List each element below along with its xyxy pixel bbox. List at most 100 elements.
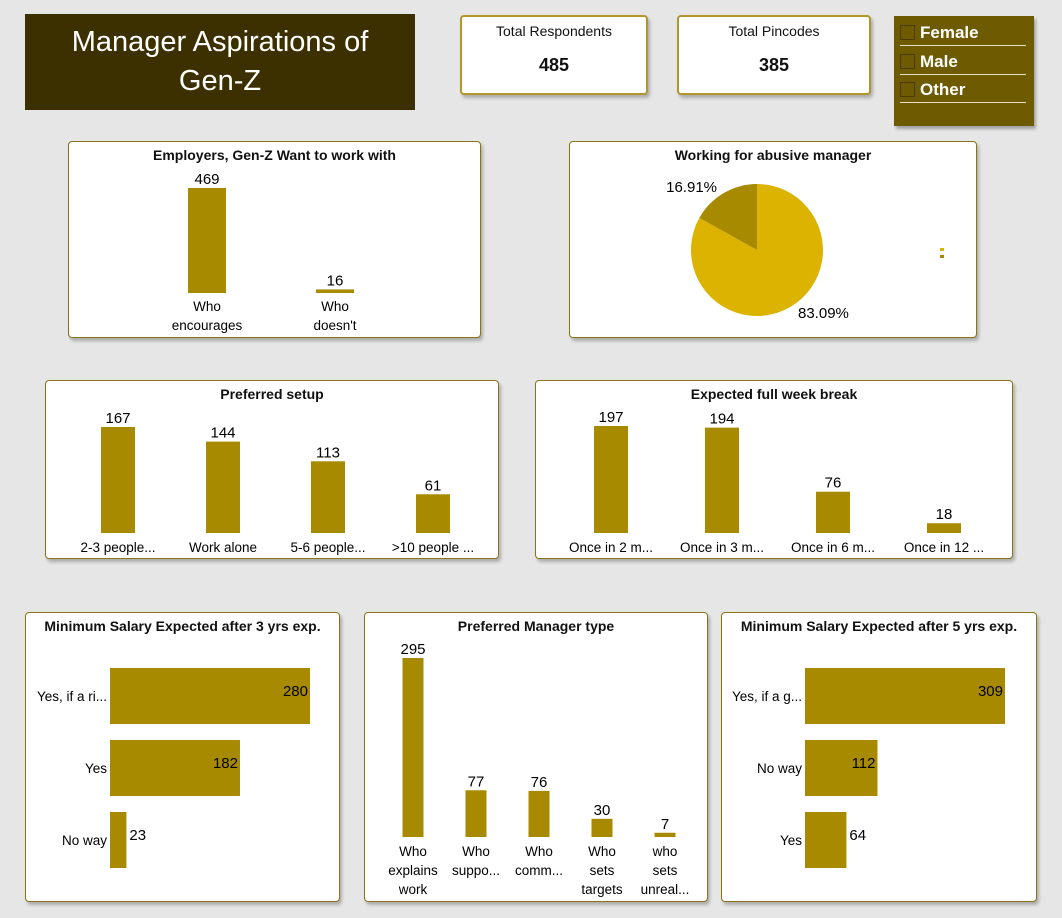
data-label: 77: [468, 773, 485, 790]
category-label: Once in 3 m...: [680, 540, 764, 555]
data-label: 30: [594, 802, 611, 819]
bar: [110, 668, 310, 724]
bar: [316, 289, 354, 293]
slicer-item-male[interactable]: Male: [900, 50, 1026, 75]
category-label: Who: [399, 844, 427, 859]
category-label: Who: [321, 299, 349, 314]
checkbox[interactable]: [900, 25, 915, 40]
kpi-label: Total Pincodes: [728, 23, 820, 39]
manager-type-chart-card: Preferred Manager type 295 Who explains wor…: [364, 612, 708, 902]
category-label: Who: [193, 299, 221, 314]
data-label: 83.09%: [798, 305, 849, 322]
bar: [101, 427, 135, 533]
data-label: 64: [849, 827, 866, 844]
title-line-1: Manager Aspirations of: [71, 26, 369, 58]
category-label: comm...: [515, 863, 563, 878]
bar: [188, 188, 226, 293]
data-label: 469: [194, 171, 219, 188]
category-label: No way: [62, 833, 107, 848]
category-label: Yes: [780, 833, 802, 848]
category-label: sets: [653, 863, 678, 878]
data-label: 76: [531, 774, 548, 791]
bar: [110, 812, 127, 868]
preferred-setup-chart-card: Preferred setup 167 2-3 people... 144 Work …: [45, 380, 499, 559]
salary-3yrs-chart-card: Minimum Salary Expected after 3 yrs exp.…: [25, 612, 340, 902]
manager-type-chart: 295 Who explains work 77 Who suppo... 76 Who comm…: [388, 641, 690, 897]
bar: [402, 658, 424, 837]
employers-chart-card: Employers, Gen-Z Want to work with 469 Wh…: [68, 141, 481, 338]
bar: [816, 491, 850, 533]
kpi-value: 385: [758, 55, 790, 75]
preferred-setup-chart: 167 2-3 people... 144 Work alone 113 5-6 peop…: [80, 410, 474, 555]
data-label: 76: [825, 475, 842, 492]
category-label: Who: [525, 844, 553, 859]
legend-swatch: [940, 248, 944, 251]
data-label: 144: [210, 425, 235, 442]
category-label: who: [652, 844, 678, 859]
data-label: 280: [283, 683, 308, 700]
category-label: unreal...: [641, 882, 690, 897]
data-label: 61: [425, 477, 442, 494]
data-label: 112: [852, 755, 876, 772]
data-label: 16: [327, 272, 344, 289]
category-label: 5-6 people...: [290, 540, 365, 555]
category-label: No way: [757, 761, 802, 776]
bar: [927, 523, 961, 533]
dashboard-title: Manager Aspirations of Gen-Z: [25, 14, 415, 110]
category-label: targets: [581, 882, 623, 897]
week-break-chart-card: Expected full week break 197 Once in 2 m.…: [535, 380, 1013, 559]
bar: [594, 426, 628, 533]
kpi-value: 485: [538, 55, 570, 75]
bar: [528, 790, 550, 837]
bar: [705, 427, 739, 533]
salary-3yrs-chart: 280 Yes, if a ri... 182 Yes 23 No way: [37, 668, 310, 868]
data-label: 197: [598, 409, 623, 426]
slicer-label: Male: [920, 52, 958, 71]
checkbox[interactable]: [900, 54, 915, 69]
data-label: 113: [316, 444, 340, 461]
category-label: Who: [588, 844, 616, 859]
employers-chart: 469 Who encourages 16 Who doesn't support: [172, 171, 357, 338]
salary-5yrs-chart-card: Minimum Salary Expected after 5 yrs exp.…: [721, 612, 1037, 902]
data-label: 194: [709, 411, 734, 428]
category-label: doesn't: [313, 318, 356, 333]
slicer-label: Other: [920, 80, 966, 99]
data-label: 295: [400, 641, 425, 658]
category-label: Yes: [85, 761, 107, 776]
category-label: explains: [388, 863, 438, 878]
slicer-item-female[interactable]: Female: [900, 21, 1026, 46]
category-label: sets: [590, 863, 615, 878]
category-label: suppo...: [452, 863, 500, 878]
title-line-2: Gen-Z: [178, 65, 262, 97]
category-label: Who: [462, 844, 490, 859]
bar: [591, 818, 613, 837]
category-label: Once in 6 m...: [791, 540, 875, 555]
category-label: work: [398, 882, 428, 897]
category-label: >10 people ...: [392, 540, 474, 555]
salary-5yrs-chart: 309 Yes, if a g... 112 No way 64 Yes: [732, 668, 1005, 868]
legend-swatch: [940, 255, 944, 258]
category-label: support: [312, 337, 357, 338]
category-label: Yes, if a ri...: [37, 689, 107, 704]
kpi-label: Total Respondents: [496, 23, 612, 39]
data-label: 16.91%: [666, 179, 717, 196]
week-break-chart: 197 Once in 2 m... 194 Once in 3 m... 76 Once…: [569, 409, 984, 555]
category-label: encourages: [172, 318, 243, 333]
checkbox[interactable]: [900, 82, 915, 97]
category-label: 2-3 people...: [80, 540, 155, 555]
category-label: Once in 12 ...: [904, 540, 984, 555]
category-label: Yes, if a g...: [732, 689, 802, 704]
category-label: Once in 2 m...: [569, 540, 653, 555]
data-label: 182: [213, 755, 238, 772]
gender-slicer: Female Male Other: [894, 16, 1034, 126]
bar: [206, 441, 240, 533]
abusive-manager-chart-card: Working for abusive manager 83.09% 16.91%: [569, 141, 977, 338]
bar: [465, 790, 487, 837]
data-label: 309: [978, 683, 1003, 700]
bar: [805, 812, 847, 868]
data-label: 7: [661, 816, 669, 833]
bar: [805, 668, 1005, 724]
kpi-total-respondents: Total Respondents 485: [460, 15, 648, 95]
slicer-item-other[interactable]: Other: [900, 78, 1026, 103]
kpi-total-pincodes: Total Pincodes 385: [677, 15, 871, 95]
